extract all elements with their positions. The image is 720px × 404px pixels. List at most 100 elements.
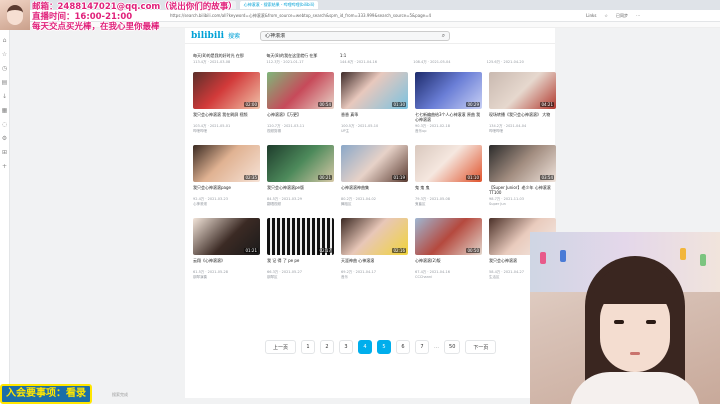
video-card[interactable]: 00:54 心神滚滚》【万更】 120.7万 · 2021-03-11 视频剪辑 — [267, 72, 334, 133]
collections-icon[interactable]: ▤ — [2, 80, 8, 86]
video-uploader[interactable]: 钢琴演奏 — [193, 275, 260, 279]
video-card[interactable]: 03:54 【Super Junior】老少年 心神滚滚 TT100 98.7万 ·… — [489, 145, 556, 206]
video-uploader[interactable]: 翻唱视频 — [267, 202, 334, 206]
last-page-button[interactable]: 50 — [444, 340, 461, 354]
video-card[interactable]: 00:50 心神滚滚(2)版 67.4万 · 2021-04-16 CCChanni — [415, 218, 482, 279]
video-card[interactable]: 01:30 香香 真乖 100.5万 · 2021-05-10 UP主 — [341, 72, 408, 133]
search-icon[interactable]: ⌕ — [442, 32, 445, 40]
next-page-button[interactable]: 下一页 — [465, 340, 497, 354]
video-card[interactable]: 125.6万 · 2021-04-20 — [487, 50, 553, 64]
video-card[interactable]: 02:16 天涯神曲 心神滚滚 69.2万 · 2021-04-17 音乐 — [341, 218, 408, 279]
video-card[interactable]: 00:29 七七新编曲给3个人心神滚滚 原曲 我心神滚滚 90.3万 · 2021-… — [415, 72, 482, 133]
video-thumbnail[interactable]: 02:00 — [193, 72, 260, 109]
page-button-current[interactable]: 4 — [358, 340, 373, 354]
video-thumbnail[interactable]: 00:54 — [267, 72, 334, 109]
video-uploader[interactable]: 心神滚滚 — [193, 202, 260, 206]
sync-label[interactable]: 已同步 — [616, 13, 628, 19]
video-card[interactable]: 108.4万 · 2021-05-04 — [413, 50, 479, 64]
video-card[interactable]: 01:21 云翔《心神滚滚》 61.5万 · 2021-05-28 钢琴演奏 — [193, 218, 260, 279]
favorites-icon[interactable]: ☆ — [2, 52, 8, 58]
video-thumbnail[interactable]: 02:17 — [267, 218, 334, 255]
video-uploader[interactable]: 音乐up — [415, 129, 482, 133]
star-icon[interactable]: ☆ — [604, 13, 608, 18]
video-uploader[interactable]: 哔哩哔哩 — [193, 129, 260, 133]
video-uploader[interactable]: CCChanni — [415, 275, 482, 279]
status-text: 搜索完成 — [112, 392, 128, 397]
video-uploader[interactable]: 音乐 — [341, 275, 408, 279]
video-title[interactable]: 我只会心神滚滚 我在刷屏 视频 — [193, 112, 260, 122]
page-button[interactable]: 1 — [301, 340, 316, 354]
menu-icon[interactable]: ⋯ — [636, 13, 640, 18]
video-card[interactable]: 02:00 我只会心神滚滚 我在刷屏 视频 103.4万 · 2021-05-01 哔… — [193, 72, 260, 133]
video-thumbnail[interactable]: 01:30 — [341, 72, 408, 109]
add-icon[interactable]: + — [2, 164, 8, 170]
home-icon[interactable]: ⌂ — [2, 38, 8, 44]
video-thumbnail[interactable]: 01:10 — [415, 145, 482, 182]
history-icon[interactable]: ◷ — [2, 66, 8, 72]
video-thumbnail[interactable]: 02:16 — [341, 218, 408, 255]
video-uploader[interactable]: 哔哩哔哩 — [489, 129, 556, 133]
video-card[interactable]: 04:21 现场转播《我只会心神滚滚》 大物 134.2万 · 2021-04-04… — [489, 72, 556, 133]
video-meta: 98.7万 · 2021-11-03 — [489, 197, 524, 201]
video-thumbnail[interactable]: 03:54 — [489, 145, 556, 182]
video-title[interactable] — [413, 53, 479, 58]
video-thumbnail[interactable]: 02:35 — [193, 145, 260, 182]
video-card[interactable]: 02:17 我 记 得 了 pe pe 66.3万 · 2021-05-27 钢琴区 — [267, 218, 334, 279]
video-title[interactable]: 每天(8)的是我的好时光 在那 — [193, 53, 259, 58]
video-title[interactable]: 心神滚滚》【万更】 — [267, 112, 334, 122]
prev-page-button[interactable]: 上一页 — [265, 340, 297, 354]
video-title[interactable] — [487, 53, 553, 58]
video-thumbnail[interactable]: 04:21 — [489, 72, 556, 109]
video-card[interactable]: 02:35 我只会心神滚滚page 92.4万 · 2021-03-23 心神滚滚 — [193, 145, 260, 206]
video-title[interactable]: 心神滚滚(2)版 — [415, 258, 482, 268]
video-title[interactable]: 【Super Junior】老少年 心神滚滚 TT100 — [489, 185, 556, 195]
video-title[interactable]: 云翔《心神滚滚》 — [193, 258, 260, 268]
video-thumbnail[interactable]: 01:19 — [341, 145, 408, 182]
video-title[interactable]: 1:1 — [340, 53, 406, 58]
video-card[interactable]: 00:21 我只会心神滚滚pe版 84.5万 · 2021-03-29 翻唱视频 — [267, 145, 334, 206]
video-uploader[interactable]: 钢琴区 — [267, 275, 334, 279]
video-title[interactable]: 心神滚滚神曲集 — [341, 185, 408, 195]
video-uploader[interactable]: UP主 — [341, 129, 408, 133]
download-icon[interactable]: ↓ — [2, 94, 8, 100]
video-uploader[interactable]: 鬼畜区 — [415, 202, 482, 206]
page-button-hover[interactable]: 5 — [377, 340, 392, 354]
video-uploader[interactable]: 舞蹈区 — [341, 202, 408, 206]
video-title[interactable]: 香香 真乖 — [341, 112, 408, 122]
bilibili-logo[interactable]: bilibili — [191, 31, 224, 41]
tools-icon[interactable]: ⚙ — [2, 136, 8, 142]
video-card[interactable]: 1:1 144.6万 · 2021-04-16 — [340, 50, 406, 64]
video-uploader[interactable]: Super Jun — [489, 202, 556, 206]
video-title[interactable]: 我只会心神滚滚pe版 — [267, 185, 334, 195]
video-card[interactable]: 每天(8)的是我的好时光 在那 113.4万 · 2021-03-08 — [193, 50, 259, 64]
chat-icon[interactable]: ◌ — [2, 122, 8, 128]
video-thumbnail[interactable]: 01:21 — [193, 218, 260, 255]
video-card[interactable]: 01:19 心神滚滚神曲集 80.2万 · 2021-04-02 舞蹈区 — [341, 145, 408, 206]
video-thumbnail[interactable]: 00:50 — [415, 218, 482, 255]
links-label[interactable]: Links — [586, 13, 596, 18]
page-button[interactable]: 7 — [415, 340, 430, 354]
video-card[interactable]: 每天(8)的我在这里就行 在那 112.3万 · 2021-01-17 — [266, 50, 332, 64]
search-input[interactable] — [265, 32, 442, 39]
apps-icon[interactable]: ▦ — [2, 108, 8, 114]
video-title[interactable]: 天涯神曲 心神滚滚 — [341, 258, 408, 268]
video-duration: 02:00 — [244, 102, 258, 107]
url-field[interactable]: https://search.bilibili.com/all?keyword=… — [170, 13, 530, 19]
video-thumbnail[interactable]: 00:21 — [267, 145, 334, 182]
video-title[interactable]: 每天(8)的我在这里就行 在那 — [266, 53, 332, 58]
video-title[interactable]: 七七新编曲给3个人心神滚滚 原曲 我心神滚滚 — [415, 112, 482, 122]
browser-tab-active[interactable]: 心神滚滚 - 搜索结果 - 哔哩哔哩(bilibili) — [239, 1, 319, 9]
page-button[interactable]: 2 — [320, 340, 335, 354]
video-title[interactable]: 我 记 得 了 pe pe — [267, 258, 334, 268]
video-thumbnail[interactable]: 00:29 — [415, 72, 482, 109]
video-title[interactable]: 现场转播《我只会心神滚滚》 大物 — [489, 112, 556, 122]
video-uploader[interactable]: 视频剪辑 — [267, 129, 334, 133]
video-card[interactable]: 01:10 鬼 鬼 鬼 79.3万 · 2021-05-08 鬼畜区 — [415, 145, 482, 206]
video-title[interactable]: 鬼 鬼 鬼 — [415, 185, 482, 195]
video-meta: 61.5万 · 2021-05-28 — [193, 270, 228, 274]
browser-sidebar: ⌂ ☆ ◷ ▤ ↓ ▦ ◌ ⚙ ⊞ + — [0, 28, 10, 404]
cart-icon[interactable]: ⊞ — [2, 150, 8, 156]
page-button[interactable]: 6 — [396, 340, 411, 354]
page-button[interactable]: 3 — [339, 340, 354, 354]
video-title[interactable]: 我只会心神滚滚page — [193, 185, 260, 195]
